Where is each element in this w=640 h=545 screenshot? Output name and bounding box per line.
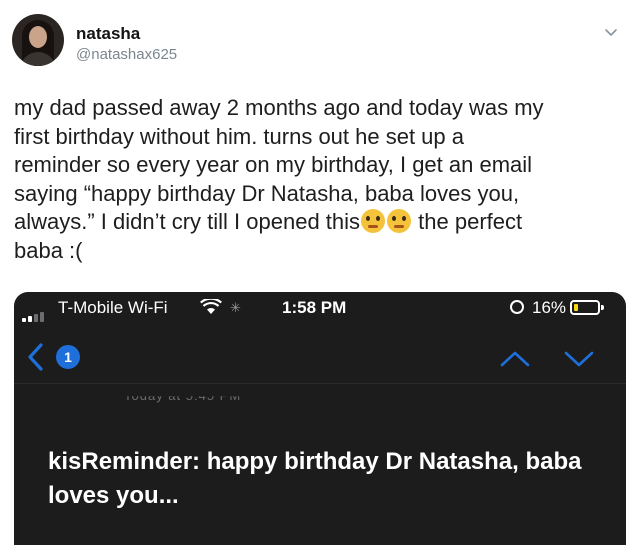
tweet-body-end: the perfect xyxy=(412,209,523,234)
chevron-down-icon[interactable] xyxy=(604,26,618,40)
orientation-lock-icon xyxy=(510,300,524,314)
avatar[interactable] xyxy=(12,14,64,66)
cellular-signal-icon xyxy=(22,302,46,322)
carrier-label: T-Mobile Wi-Fi xyxy=(58,298,168,317)
unread-count-badge[interactable]: 1 xyxy=(56,345,80,369)
phone-screenshot[interactable]: T-Mobile Wi-Fi ✳ 1:58 PM 16% 1 Today at … xyxy=(14,292,626,545)
pleading-face-emoji-icon xyxy=(361,209,386,233)
header-divider xyxy=(14,383,626,384)
activity-spinner-icon: ✳ xyxy=(230,300,241,315)
tweet-card: natasha @natashax625 my dad passed away … xyxy=(0,0,640,545)
avatar-face xyxy=(29,26,47,48)
email-date-partial: Today at 5:45 PM xyxy=(124,388,242,403)
email-subject: kisReminder: happy birthday Dr Natasha, … xyxy=(48,448,582,509)
previous-message-icon[interactable] xyxy=(500,350,530,368)
pleading-face-emoji-icon xyxy=(387,209,412,233)
status-bar: T-Mobile Wi-Fi ✳ 1:58 PM 16% xyxy=(14,292,626,322)
mail-nav-bar: 1 xyxy=(14,322,626,380)
wifi-icon xyxy=(200,299,222,314)
next-message-icon[interactable] xyxy=(564,350,594,368)
tweet-text: my dad passed away 2 months ago and toda… xyxy=(14,94,626,265)
author-handle[interactable]: @natashax625 xyxy=(76,46,177,63)
battery-icon xyxy=(570,300,604,315)
back-chevron-icon[interactable] xyxy=(26,342,46,372)
battery-level-fill xyxy=(574,304,578,311)
author-name[interactable]: natasha xyxy=(76,24,140,44)
status-time: 1:58 PM xyxy=(282,298,347,317)
battery-percent: 16% xyxy=(532,298,567,317)
tweet-body-last-line: baba :( xyxy=(14,237,83,263)
